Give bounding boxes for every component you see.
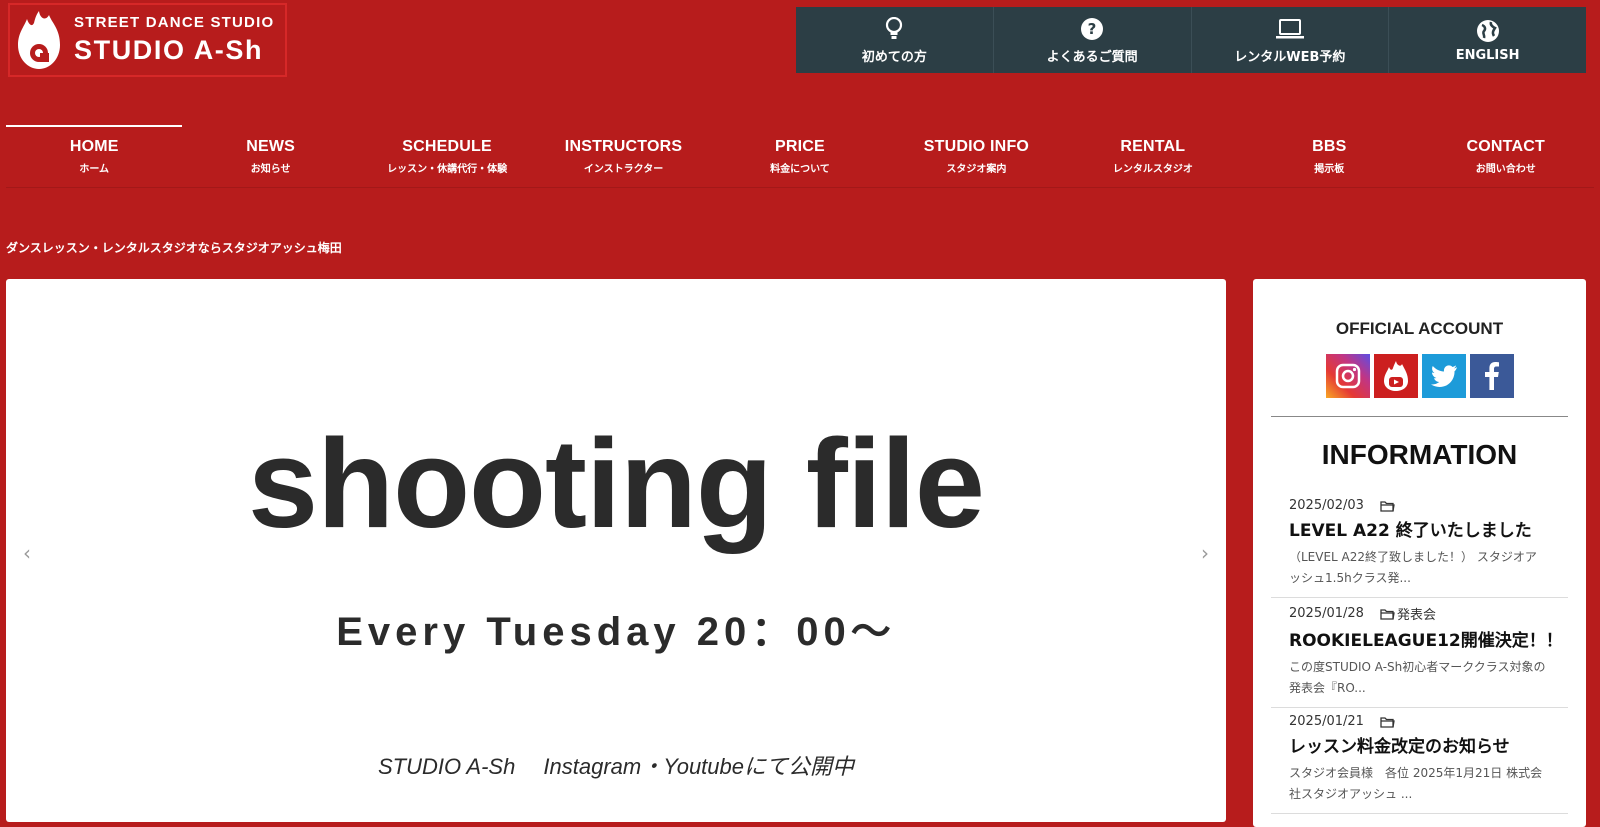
nav-label-ja: お問い合わせ [1475, 163, 1536, 175]
nav-item-bbs[interactable]: BBS 掲示板 [1241, 125, 1417, 187]
nav-label-en: NEWS [246, 137, 296, 155]
nav-label-en: HOME [69, 137, 119, 155]
nav-item-instructors[interactable]: INSTRUCTORS インストラクター [535, 125, 711, 187]
sidebar: OFFICIAL ACCOUNT INFORMATION 2025/02/03 … [1253, 279, 1586, 827]
slider-prev-button[interactable]: ‹ [23, 541, 31, 565]
sidebar-divider [1271, 416, 1568, 417]
information-list: 2025/02/03 LEVEL A22 終了いたしました （LEVEL A22… [1271, 492, 1568, 814]
information-heading: INFORMATION [1321, 439, 1518, 470]
slide-footer: STUDIO A-Sh Instagram・Youtubeにて公開中 [378, 754, 854, 779]
slide-subtitle: Every Tuesday 20：00～ [336, 610, 896, 654]
nav-label-ja: スタジオ案内 [946, 163, 1007, 175]
nav-label-en: SCHEDULE [402, 137, 492, 155]
util-nav-label: レンタルWEB予約 [1234, 49, 1346, 65]
question-icon: ? [1080, 16, 1104, 42]
post-title[interactable]: レッスン料金改定のお知らせ [1289, 732, 1568, 757]
nav-label-ja: インストラクター [583, 163, 664, 175]
post-date: 2025/01/21 [1289, 714, 1364, 729]
post-excerpt: この度STUDIO A-Sh初心者マーククラス対象の発表会『RO... [1289, 660, 1546, 695]
util-nav-beginners[interactable]: 初めての方 [796, 7, 993, 73]
util-nav-label: ENGLISH [1455, 47, 1520, 63]
social-links [1253, 354, 1586, 398]
util-nav-rental-booking[interactable]: レンタルWEB予約 [1190, 7, 1389, 73]
official-account-heading: OFFICIAL ACCOUNT [1335, 319, 1504, 338]
nav-label-en: BBS [1312, 137, 1347, 155]
nav-item-schedule[interactable]: SCHEDULE レッスン・休講代行・体験 [359, 125, 535, 187]
nav-label-ja: ホーム [79, 163, 110, 175]
hero-slider[interactable]: shooting file Every Tuesday 20：00～ STUDI… [6, 279, 1226, 822]
folder-icon [1380, 500, 1395, 512]
globe-icon [1476, 18, 1500, 44]
flame-logo-icon [18, 11, 60, 69]
utility-nav: 初めての方 ? よくあるご質問 レンタルWEB予約 ENGLISH [796, 7, 1586, 73]
svg-text:?: ? [1088, 20, 1097, 38]
nav-label-en: RENTAL [1120, 137, 1186, 155]
post-date: 2025/02/03 [1289, 498, 1364, 513]
post-title[interactable]: ROOKIELEAGUE12開催決定！！ [1289, 626, 1568, 651]
util-nav-label: 初めての方 [861, 49, 927, 65]
nav-label-ja: レッスン・休講代行・体験 [387, 163, 508, 175]
nav-label-ja: 料金について [770, 163, 830, 175]
instagram-icon[interactable] [1325, 354, 1370, 398]
post-title[interactable]: LEVEL A22 終了いたしました [1289, 516, 1568, 541]
post-category[interactable]: 発表会 [1397, 604, 1436, 623]
logo-title: STUDIO A-Sh [74, 35, 264, 65]
util-nav-faq[interactable]: ? よくあるご質問 [992, 7, 1191, 73]
nav-item-news[interactable]: NEWS お知らせ [182, 125, 358, 187]
util-nav-english[interactable]: ENGLISH [1388, 7, 1586, 73]
util-nav-label: よくあるご質問 [1046, 49, 1138, 65]
nav-item-contact[interactable]: CONTACT お問い合わせ [1418, 125, 1594, 187]
logo-subtitle: STREET DANCE STUDIO [74, 14, 275, 31]
folder-icon [1380, 716, 1395, 728]
slide-title: shooting file [248, 413, 985, 554]
facebook-icon[interactable] [1469, 354, 1514, 398]
site-tagline: ダンスレッスン・レンタルスタジオならスタジオアッシュ梅田 [6, 241, 342, 255]
slider-next-button[interactable]: › [1201, 541, 1209, 565]
nav-item-studio-info[interactable]: STUDIO INFO スタジオ案内 [888, 125, 1064, 187]
nav-label-ja: 掲示板 [1314, 163, 1345, 175]
nav-label-ja: お知らせ [250, 163, 291, 175]
nav-label-en: PRICE [775, 137, 825, 155]
list-item[interactable]: 2025/01/28 発表会 ROOKIELEAGUE12開催決定！！ この度S… [1271, 598, 1568, 708]
youtube-icon[interactable] [1373, 354, 1418, 398]
site-logo[interactable]: STREET DANCE STUDIO STUDIO A-Sh [8, 3, 287, 77]
lightbulb-icon [885, 16, 903, 42]
nav-label-en: CONTACT [1466, 137, 1545, 155]
post-excerpt: スタジオ会員様 各位 2025年1月21日 株式会社スタジオアッシュ ... [1289, 766, 1543, 801]
list-item[interactable]: 2025/02/03 LEVEL A22 終了いたしました （LEVEL A22… [1271, 492, 1568, 598]
post-excerpt: （LEVEL A22終了致しました！） スタジオアッシュ1.5hクラス発... [1289, 550, 1537, 585]
post-date: 2025/01/28 [1289, 606, 1364, 621]
nav-label-ja: レンタルスタジオ [1112, 163, 1193, 175]
nav-label-en: INSTRUCTORS [564, 137, 683, 155]
list-item[interactable]: 2025/01/21 レッスン料金改定のお知らせ スタジオ会員様 各位 2025… [1271, 708, 1568, 814]
main-nav: HOME ホーム NEWS お知らせ SCHEDULE レッスン・休講代行・体験… [6, 125, 1594, 188]
twitter-icon[interactable] [1421, 354, 1466, 398]
nav-item-rental[interactable]: RENTAL レンタルスタジオ [1065, 125, 1241, 187]
folder-icon [1380, 608, 1395, 620]
nav-label-en: STUDIO INFO [923, 137, 1030, 155]
nav-item-price[interactable]: PRICE 料金について [712, 125, 888, 187]
laptop-icon [1275, 16, 1305, 42]
nav-item-home[interactable]: HOME ホーム [6, 125, 183, 187]
